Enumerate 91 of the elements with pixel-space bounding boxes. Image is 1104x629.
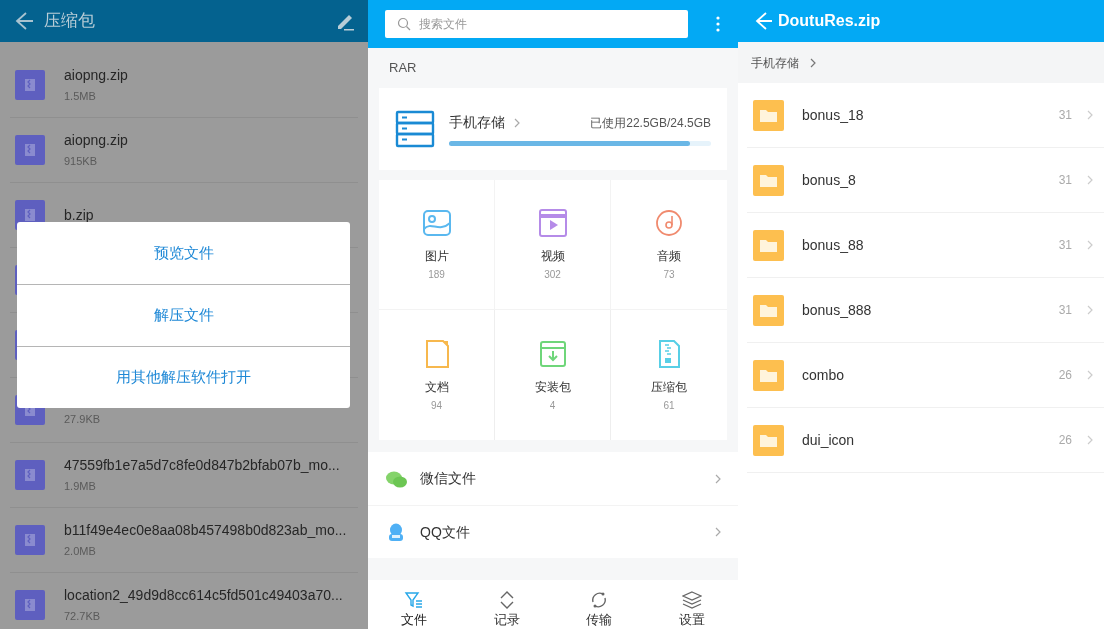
chevron-icon: [1086, 434, 1094, 446]
item-count: 26: [1058, 432, 1072, 449]
folder-icon: [753, 164, 784, 196]
category-tile[interactable]: 文档 94: [379, 310, 495, 440]
category-tile[interactable]: 音频 73: [611, 180, 727, 310]
category-tile[interactable]: 图片 189: [379, 180, 495, 310]
storage-label: 手机存储: [449, 113, 505, 132]
file-name: aiopng.zip: [64, 66, 128, 86]
search-icon: [397, 17, 411, 31]
folder-name: dui_icon: [802, 430, 856, 450]
category-label: 安装包: [534, 378, 571, 396]
source-row[interactable]: QQ文件: [368, 505, 738, 558]
screen-title: 压缩包: [44, 10, 95, 33]
item-count: 73: [663, 268, 675, 282]
storage-card[interactable]: 手机存储 已使用22.5GB/24.5GB: [379, 88, 727, 170]
folder-row[interactable]: bonus_888 31: [747, 278, 1104, 343]
file-name: b11f49e4ec0e8aa08b457498b0d823ab_mo...: [64, 521, 347, 541]
chevron-icon: [513, 116, 521, 129]
folder-row[interactable]: combo 26: [747, 343, 1104, 408]
folder-icon: [753, 99, 784, 131]
filter-list-icon: [404, 590, 425, 610]
nav-tab[interactable]: 记录: [460, 580, 553, 629]
file-size: 2.0MB: [64, 544, 97, 560]
video-icon: [536, 207, 569, 239]
folder-icon: [753, 294, 784, 326]
storage-icon: [395, 110, 435, 148]
chevron-icon: [809, 56, 817, 69]
dialog-option[interactable]: 解压文件: [17, 284, 350, 346]
item-count: 31: [1058, 302, 1072, 319]
category-label: 视频: [540, 248, 565, 265]
chevron-icon: [1086, 369, 1094, 381]
folder-icon: [753, 229, 784, 261]
screen-title: DoutuRes.zip: [778, 11, 881, 31]
search-field[interactable]: 搜索文件: [385, 10, 688, 38]
item-count: 31: [1058, 107, 1072, 124]
dialog-option[interactable]: 用其他解压软件打开: [17, 346, 350, 408]
item-count: 302: [544, 268, 561, 282]
file-size: 915KB: [64, 154, 99, 170]
more-icon[interactable]: [716, 16, 720, 32]
folder-name: bonus_18: [802, 105, 865, 125]
nav-tab[interactable]: 文件: [368, 580, 461, 629]
file-name: 47559fb1e7a5d7c8fe0d847b2bfab07b_mo...: [64, 456, 340, 476]
item-count: 31: [1058, 237, 1072, 254]
file-size: 72.7KB: [64, 609, 102, 625]
chevron-icon: [1086, 174, 1094, 186]
folder-name: bonus_888: [802, 300, 873, 320]
file-size: 27.9KB: [64, 411, 101, 427]
nav-tab[interactable]: 传输: [553, 580, 646, 629]
source-label: QQ文件: [420, 522, 471, 542]
category-label: 压缩包: [651, 378, 687, 396]
file-name: b.zip: [64, 205, 94, 225]
folder-row[interactable]: dui_icon 26: [747, 408, 1104, 473]
file-size: 1.9MB: [64, 479, 97, 495]
category-label: 音频: [657, 248, 681, 265]
source-row[interactable]: 微信文件: [368, 452, 738, 505]
chevron-icon: [1086, 304, 1094, 316]
section-label: RAR: [388, 59, 418, 78]
folder-name: bonus_8: [802, 170, 857, 190]
layers-icon: [681, 590, 702, 610]
audio-icon: [653, 207, 685, 239]
folder-icon: [753, 359, 784, 391]
folder-row[interactable]: bonus_88 31: [747, 213, 1104, 278]
chevron-icon: [1086, 109, 1094, 121]
category-tile[interactable]: 安装包 4: [495, 310, 611, 440]
item-count: 4: [549, 398, 556, 413]
breadcrumb-item[interactable]: 手机存储: [751, 53, 799, 72]
dialog-option[interactable]: 预览文件: [17, 222, 350, 284]
chevron-icon: [714, 472, 722, 485]
source-label: 微信文件: [420, 469, 477, 488]
file-name: location2_49d9d8cc614c5fd501c49403a70...: [64, 586, 343, 606]
item-count: 61: [663, 398, 675, 413]
chevron-icon: [1086, 239, 1094, 251]
storage-usage: 已使用22.5GB/24.5GB: [590, 114, 711, 132]
folder-name: combo: [802, 365, 846, 385]
item-count: 189: [428, 268, 445, 282]
category-label: 图片: [424, 248, 449, 265]
category-tile[interactable]: 压缩包 61: [611, 310, 727, 440]
item-count: 26: [1058, 367, 1072, 384]
file-size: 1.5MB: [64, 89, 97, 105]
folder-icon: [753, 424, 784, 456]
nav-tab[interactable]: 设置: [645, 580, 738, 629]
folder-row[interactable]: bonus_8 31: [747, 148, 1104, 213]
category-tile[interactable]: 视频 302: [495, 180, 611, 310]
item-count: 94: [430, 398, 443, 413]
image-icon: [420, 207, 453, 239]
item-count: 31: [1058, 172, 1072, 189]
category-label: 文档: [424, 378, 449, 396]
folder-row[interactable]: bonus_18 31: [747, 83, 1104, 148]
file-name: aiopng.zip: [64, 131, 128, 151]
folder-name: bonus_88: [802, 235, 865, 255]
chevron-icon: [714, 526, 722, 538]
